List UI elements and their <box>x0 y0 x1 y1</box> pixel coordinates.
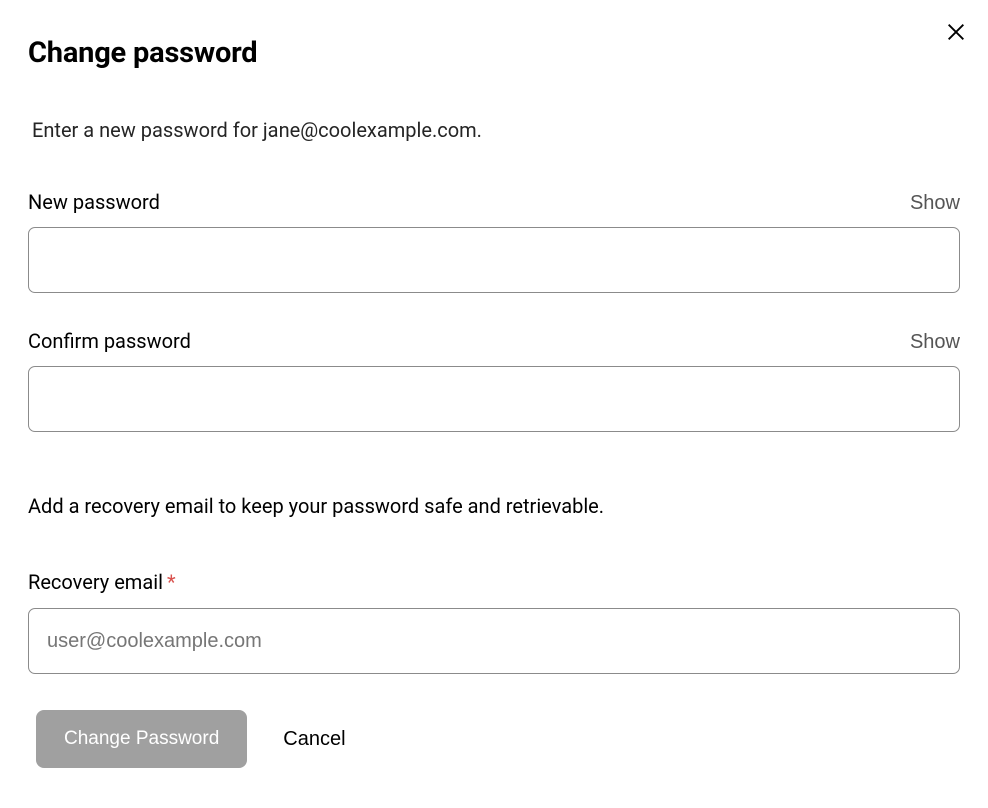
instruction-text: Enter a new password for jane@coolexampl… <box>32 118 960 142</box>
change-password-form: Change password Enter a new password for… <box>0 0 988 768</box>
page-title: Change password <box>28 36 960 70</box>
cancel-button[interactable]: Cancel <box>283 728 345 751</box>
change-password-button[interactable]: Change Password <box>36 710 247 768</box>
new-password-group: New password Show <box>28 190 960 293</box>
button-row: Change Password Cancel <box>36 710 960 768</box>
new-password-input[interactable] <box>28 227 960 293</box>
confirm-password-input[interactable] <box>28 366 960 432</box>
recovery-email-label-row: Recovery email* <box>28 570 960 594</box>
close-icon <box>945 21 967 43</box>
confirm-password-label: Confirm password <box>28 329 191 353</box>
recovery-email-label: Recovery email* <box>28 570 176 594</box>
recovery-email-group: Recovery email* <box>28 570 960 674</box>
show-new-password-button[interactable]: Show <box>910 192 960 215</box>
show-confirm-password-button[interactable]: Show <box>910 331 960 354</box>
new-password-label: New password <box>28 190 160 214</box>
recovery-email-label-text: Recovery email <box>28 570 163 594</box>
required-indicator: * <box>167 570 176 594</box>
close-button[interactable] <box>942 18 970 46</box>
recovery-instruction-text: Add a recovery email to keep your passwo… <box>28 494 960 518</box>
new-password-label-row: New password Show <box>28 190 960 215</box>
confirm-password-group: Confirm password Show <box>28 329 960 432</box>
recovery-email-input[interactable] <box>28 608 960 674</box>
confirm-password-label-row: Confirm password Show <box>28 329 960 354</box>
